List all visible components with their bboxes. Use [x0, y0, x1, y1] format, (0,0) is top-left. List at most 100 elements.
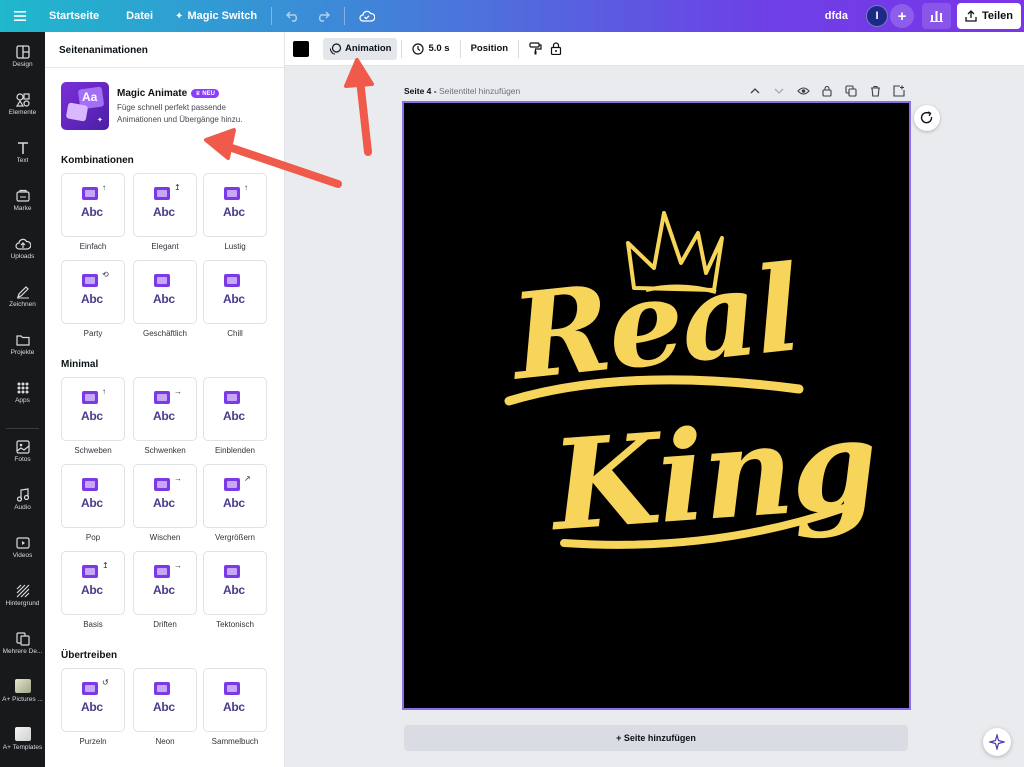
animation-tile[interactable]: Abc [203, 377, 267, 441]
add-page-above-button[interactable] [892, 84, 906, 98]
preview-text: Abc [81, 583, 103, 597]
magic-switch-button[interactable]: ✦ Magic Switch [171, 0, 261, 32]
duration-button[interactable]: 5.0 s [406, 38, 455, 60]
animation-tile[interactable]: ↥ Abc [61, 551, 125, 615]
lock-icon [822, 85, 832, 97]
file-menu[interactable]: Datei [108, 0, 171, 32]
animation-tile[interactable]: Abc [133, 668, 197, 732]
rail-item-templates-app[interactable]: A+ Templates [0, 727, 45, 751]
animation-tile[interactable]: ⟲ Abc [61, 260, 125, 324]
magic-animate-description: Füge schnell perfekt passende Animatione… [117, 103, 243, 124]
color-swatch[interactable] [293, 40, 309, 57]
redo-icon [319, 11, 331, 22]
animation-tile[interactable]: Abc [133, 260, 197, 324]
rail-item-audio[interactable]: Audio [0, 488, 45, 511]
thumb-image-card [65, 102, 89, 122]
magic-assistant-button[interactable] [983, 728, 1011, 756]
animation-tile[interactable]: ↥ Abc [133, 173, 197, 237]
undo-button[interactable] [278, 0, 308, 32]
duplicate-page-button[interactable] [844, 84, 858, 98]
preview-image-icon [224, 187, 240, 200]
animation-button[interactable]: Animation [323, 37, 398, 60]
animation-tile[interactable]: → Abc [133, 551, 197, 615]
project-name[interactable]: dfda [825, 0, 866, 32]
motion-arrow-icon: ↑ [102, 183, 106, 192]
magic-animate-thumbnail[interactable]: Aa ✦ [61, 82, 109, 130]
new-badge: ♛ NEU [191, 89, 219, 98]
home-link[interactable]: Startseite [40, 0, 108, 32]
video-icon [15, 537, 30, 549]
save-status-button[interactable] [351, 0, 383, 32]
new-badge-label: NEU [202, 91, 215, 97]
rail-item-elements[interactable]: Elemente [0, 93, 45, 116]
share-label: Teilen [982, 10, 1013, 22]
motion-arrow-icon: ↑ [244, 183, 248, 192]
animation-tile[interactable]: → Abc [133, 377, 197, 441]
rail-item-background[interactable]: Hintergrund [0, 584, 45, 607]
menu-button[interactable] [0, 0, 40, 32]
animation-tile[interactable]: → Abc [133, 464, 197, 528]
regenerate-button[interactable] [914, 105, 940, 131]
swash-graphic-bottom [560, 504, 848, 549]
rail-item-videos[interactable]: Videos [0, 536, 45, 559]
rail-item-text[interactable]: Text [0, 141, 45, 164]
section-title: Kombinationen [61, 155, 134, 166]
animation-tile[interactable]: Abc [203, 551, 267, 615]
trash-icon [870, 85, 880, 97]
preview-text: Abc [153, 292, 175, 306]
invite-button[interactable]: + [890, 4, 915, 28]
separator [271, 7, 273, 25]
animation-tile[interactable]: Abc [61, 464, 125, 528]
rail-item-draw[interactable]: Zeichnen [0, 285, 45, 308]
animation-tile[interactable]: Abc [203, 260, 267, 324]
preview-text: Abc [81, 700, 103, 714]
animation-tile[interactable]: ↺ Abc [61, 668, 125, 732]
rail-item-apps[interactable]: Apps [0, 381, 45, 404]
preview-image-icon [154, 682, 170, 695]
add-page-button[interactable]: + Seite hinzufügen [404, 725, 908, 751]
lock-page-button[interactable] [820, 84, 834, 98]
rail-label: Zeichnen [9, 301, 36, 308]
left-rail: Design Elemente Text Marke Uploads Zeich… [0, 32, 45, 767]
hide-page-button[interactable] [796, 84, 810, 98]
design-canvas[interactable]: Real King [402, 101, 911, 710]
animation-tile[interactable]: ↑ Abc [61, 173, 125, 237]
share-button[interactable]: Teilen [957, 3, 1021, 29]
rail-item-design[interactable]: Design [0, 45, 45, 68]
move-down-button[interactable] [772, 84, 786, 98]
rail-item-photos[interactable]: Fotos [0, 440, 45, 463]
magic-animate-title[interactable]: Magic Animate ♛ NEU [117, 88, 219, 99]
animation-tile[interactable]: ↗ Abc [203, 464, 267, 528]
section-title: Minimal [61, 359, 99, 370]
preview-text: Abc [223, 583, 245, 597]
separator [518, 39, 520, 58]
position-button[interactable]: Position [465, 38, 514, 60]
preview-image-icon [224, 391, 240, 404]
bar-chart-icon [930, 11, 944, 22]
panel-title: Seitenanimationen [59, 45, 148, 56]
rail-item-projects[interactable]: Projekte [0, 333, 45, 356]
redo-button[interactable] [308, 0, 338, 32]
rail-item-brand[interactable]: Marke [0, 189, 45, 212]
rail-item-pictures-app[interactable]: A+ Pictures ... [0, 679, 45, 703]
copy-style-button[interactable] [523, 38, 548, 60]
move-up-button[interactable] [748, 84, 762, 98]
avatar[interactable]: I [866, 5, 889, 27]
preview-text: Abc [81, 205, 103, 219]
rail-item-multi-design[interactable]: Mehrere De... [0, 632, 45, 655]
rail-label: Hintergrund [5, 600, 40, 607]
insights-button[interactable] [922, 3, 952, 29]
rail-label: Marke [13, 205, 32, 212]
delete-page-button[interactable] [868, 84, 882, 98]
lock-button[interactable] [548, 38, 564, 60]
preview-image-icon [224, 565, 240, 578]
motion-arrow-icon: → [174, 474, 182, 483]
page-title-input[interactable]: Seitentitel hinzufügen [439, 86, 520, 96]
animation-tile[interactable]: ↑ Abc [61, 377, 125, 441]
preview-text: Abc [223, 205, 245, 219]
preview-text: Abc [153, 409, 175, 423]
animation-tile[interactable]: Abc [203, 668, 267, 732]
animation-tile[interactable]: ↑ Abc [203, 173, 267, 237]
rail-item-uploads[interactable]: Uploads [0, 237, 45, 260]
cloud-check-icon [359, 10, 376, 22]
